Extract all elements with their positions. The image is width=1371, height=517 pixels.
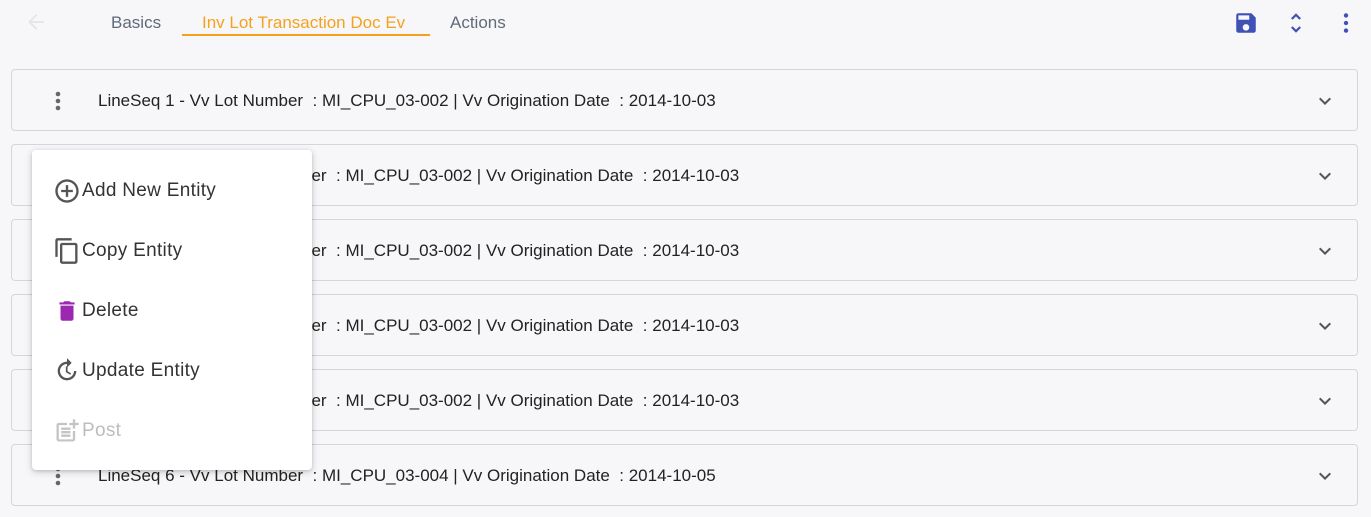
row-summary: LineSeq 1 - Vv Lot Number : MI_CPU_03-00… bbox=[98, 91, 716, 110]
menu-item-delete[interactable]: Delete bbox=[32, 281, 312, 341]
back-button[interactable] bbox=[24, 10, 48, 34]
chevron-down-icon bbox=[1319, 397, 1331, 405]
save-icon bbox=[1236, 13, 1256, 33]
copy-icon bbox=[52, 236, 82, 266]
save-button[interactable] bbox=[1233, 10, 1259, 36]
add-circle-icon bbox=[52, 176, 82, 206]
trash-icon bbox=[52, 296, 82, 326]
chevron-down-icon bbox=[1319, 472, 1331, 480]
chevron-down-icon bbox=[1319, 247, 1331, 255]
more-vert-icon bbox=[1343, 13, 1349, 33]
row-summary: ber : MI_CPU_03-002 | Vv Origination Dat… bbox=[302, 391, 740, 410]
expand-row-button[interactable] bbox=[1313, 464, 1337, 488]
post-add-icon bbox=[52, 416, 82, 446]
more-vert-icon bbox=[55, 91, 61, 111]
menu-item-label: Update Entity bbox=[82, 360, 200, 381]
row-summary: ber : MI_CPU_03-002 | Vv Origination Dat… bbox=[302, 166, 740, 185]
unfold-more-icon bbox=[1291, 13, 1301, 33]
menu-item-label: Post bbox=[82, 420, 122, 441]
tab-inv-lot-transaction-doc-ev[interactable]: Inv Lot Transaction Doc Ev bbox=[202, 12, 405, 36]
expand-row-button[interactable] bbox=[1313, 239, 1337, 263]
row-summary: ber : MI_CPU_03-002 | Vv Origination Dat… bbox=[302, 316, 740, 335]
menu-item-post: Post bbox=[32, 401, 312, 461]
top-navigation-bar: Basics Inv Lot Transaction Doc Ev Action… bbox=[0, 0, 1371, 50]
menu-item-add-new-entity[interactable]: Add New Entity bbox=[32, 161, 312, 221]
expand-collapse-button[interactable] bbox=[1283, 10, 1309, 36]
row-menu-button[interactable] bbox=[48, 89, 68, 113]
menu-item-copy-entity[interactable]: Copy Entity bbox=[32, 221, 312, 281]
chevron-down-icon bbox=[1319, 322, 1331, 330]
list-item[interactable]: LineSeq 1 - Vv Lot Number : MI_CPU_03-00… bbox=[11, 69, 1358, 131]
menu-item-update-entity[interactable]: Update Entity bbox=[32, 341, 312, 401]
expand-row-button[interactable] bbox=[1313, 389, 1337, 413]
expand-row-button[interactable] bbox=[1313, 89, 1337, 113]
row-context-menu: Add New Entity Copy Entity Delete Update… bbox=[32, 150, 312, 470]
expand-row-button[interactable] bbox=[1313, 314, 1337, 338]
menu-item-label: Copy Entity bbox=[82, 240, 183, 261]
active-tab-indicator bbox=[182, 34, 430, 36]
arrow-left-icon bbox=[28, 14, 44, 30]
more-options-button[interactable] bbox=[1333, 10, 1359, 36]
menu-item-label: Add New Entity bbox=[82, 180, 217, 201]
tab-basics[interactable]: Basics bbox=[111, 12, 161, 36]
expand-row-button[interactable] bbox=[1313, 164, 1337, 188]
menu-item-label: Delete bbox=[82, 300, 139, 321]
row-summary: ber : MI_CPU_03-002 | Vv Origination Dat… bbox=[302, 241, 740, 260]
refresh-icon bbox=[52, 356, 82, 386]
chevron-down-icon bbox=[1319, 172, 1331, 180]
tab-actions[interactable]: Actions bbox=[450, 12, 506, 36]
chevron-down-icon bbox=[1319, 97, 1331, 105]
